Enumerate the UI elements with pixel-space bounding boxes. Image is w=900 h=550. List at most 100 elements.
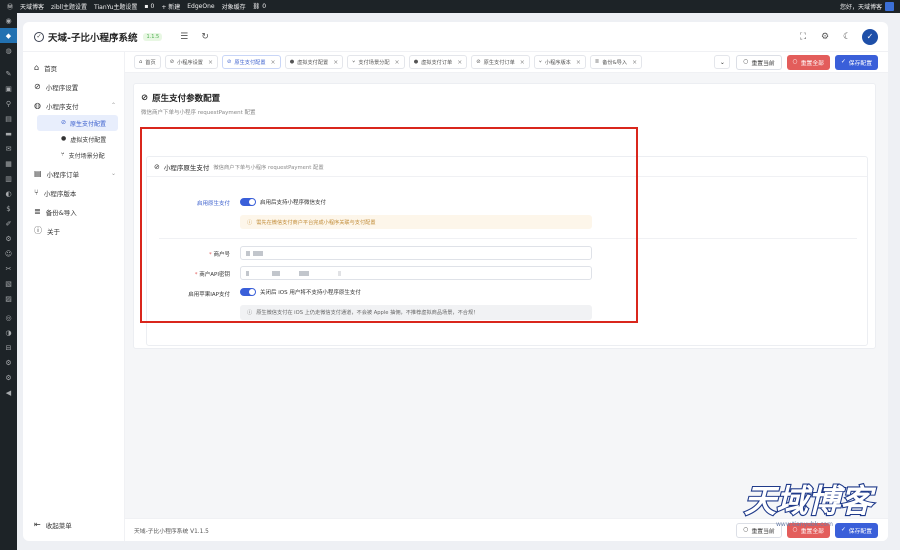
reset-current-button[interactable]: ○ 重置当前 bbox=[736, 54, 782, 70]
plugin-a-icon[interactable]: ◎ bbox=[0, 310, 17, 325]
iap-row: 关闭后 iOS 用户将不支持小程序原生支付 bbox=[240, 288, 361, 296]
comments-icon[interactable]: ▬ bbox=[0, 126, 17, 141]
close-icon[interactable]: × bbox=[576, 59, 581, 66]
dark-mode-icon[interactable]: ☾ bbox=[840, 30, 854, 44]
sidebar-sub-virtual-payment[interactable]: ● 虚拟支付配置 bbox=[37, 131, 118, 147]
tab-native-orders[interactable]: ⊘ 原生支付订单 × bbox=[471, 55, 530, 69]
import-icon[interactable]: ▧ bbox=[0, 276, 17, 291]
sidebar-item-about[interactable]: ⓘ 关于 bbox=[23, 221, 124, 240]
link-menu-icon[interactable]: ⚲ bbox=[0, 96, 17, 111]
plugins-icon[interactable]: ⚙ bbox=[0, 231, 17, 246]
masked-value bbox=[246, 270, 249, 276]
tab-miniapp-settings[interactable]: ⊘ 小程序设置 × bbox=[164, 55, 219, 69]
tab-virtual-payment[interactable]: ● 虚拟支付配置 × bbox=[284, 55, 344, 69]
site-watermark: 天域博客 www.tianyubk.com bbox=[736, 468, 886, 538]
sidebar-item-backup[interactable]: ≣ 备份&导入 bbox=[23, 202, 124, 221]
refresh-icon[interactable]: ↻ bbox=[198, 30, 212, 44]
plugin-active-icon[interactable]: ◆ bbox=[0, 28, 17, 43]
chart-icon[interactable]: ▥ bbox=[0, 171, 17, 186]
version-icon: ⑂ bbox=[538, 59, 542, 65]
tabs-dropdown[interactable]: ⌄ bbox=[714, 55, 731, 69]
media-icon[interactable]: ▣ bbox=[0, 81, 17, 96]
users-icon[interactable]: ☺ bbox=[0, 246, 17, 261]
adminbar-links[interactable]: ⛓ 0 bbox=[253, 3, 266, 10]
sidebar-sub-native-payment[interactable]: ⊘ 原生支付配置 bbox=[37, 115, 118, 131]
card-title: 小程序原生支付 bbox=[163, 163, 210, 172]
pin-icon[interactable]: ✎ bbox=[0, 66, 17, 81]
feedback-icon[interactable]: ✉ bbox=[0, 141, 17, 156]
settings-icon[interactable]: ⚙ bbox=[818, 30, 832, 44]
sidebar-sub-label: 支付场景分配 bbox=[68, 152, 105, 160]
config-panel: ⊘ 原生支付参数配置 微信商户下单与小程序 requestPayment 配置 … bbox=[133, 83, 876, 349]
sidebar-item-miniapp-orders[interactable]: ▤ 小程序订单 ⌄ bbox=[23, 164, 124, 183]
close-icon[interactable]: × bbox=[632, 59, 637, 66]
gear-a-icon[interactable]: ⚙ bbox=[0, 355, 17, 370]
iap-label: 启用苹果IAP支付 bbox=[188, 292, 230, 298]
wordpress-logo-icon[interactable]: Ⓦ bbox=[7, 2, 13, 11]
adminbar-comments-count: 0 bbox=[150, 3, 155, 10]
save-config-button[interactable]: ✓ 保存配置 bbox=[834, 54, 878, 70]
dollar-icon[interactable]: $ bbox=[0, 201, 17, 216]
collapse-menu-label: 收起菜单 bbox=[45, 522, 72, 530]
collapse-menu-icon[interactable]: ◀ bbox=[0, 385, 17, 400]
merchant-api-key-input[interactable] bbox=[240, 266, 592, 280]
adminbar-object-cache[interactable]: 对象缓存 bbox=[222, 2, 246, 11]
merchant-id-input[interactable] bbox=[240, 246, 592, 260]
close-icon[interactable]: × bbox=[457, 59, 462, 66]
tab-label: 原生支付配置 bbox=[234, 59, 266, 66]
iap-toggle[interactable] bbox=[240, 288, 256, 296]
adminbar-comments[interactable]: ▪ 0 bbox=[144, 3, 154, 10]
enable-native-pay-toggle[interactable] bbox=[240, 198, 256, 206]
pages-icon[interactable]: ▤ bbox=[0, 111, 17, 126]
warning-notice: ⓘ 需先在微信支付商户平台完成小程序关联与支付配置 bbox=[240, 215, 592, 229]
page-title-text: 原生支付参数配置 bbox=[152, 94, 221, 104]
user-avatar[interactable]: ✓ bbox=[862, 28, 878, 45]
sidebar-item-label: 小程序版本 bbox=[43, 189, 77, 198]
cart-icon[interactable]: ⊟ bbox=[0, 340, 17, 355]
watermark-logo: 天域博客 www.tianyubk.com bbox=[743, 481, 878, 528]
menu-toggle-icon[interactable]: ☰ bbox=[177, 30, 191, 44]
adminbar-edgeone[interactable]: EdgeOne bbox=[187, 3, 214, 10]
tools-icon[interactable]: ✂ bbox=[0, 261, 17, 276]
sidebar-item-home[interactable]: ⌂ 首页 bbox=[23, 58, 124, 77]
sidebar-item-label: 小程序订单 bbox=[46, 170, 80, 179]
globe-icon[interactable]: ◍ bbox=[0, 43, 17, 58]
dashboard-icon[interactable]: ◉ bbox=[0, 13, 17, 28]
close-icon[interactable]: × bbox=[395, 59, 400, 66]
collapse-menu-button[interactable]: ⇤ 收起菜单 bbox=[34, 520, 72, 531]
sidebar-sub-payment-scene[interactable]: ⑂ 支付场景分配 bbox=[37, 147, 118, 163]
sidebar-item-miniapp-payment[interactable]: ◍ 小程序支付 ⌃ bbox=[23, 96, 124, 115]
reset-all-button[interactable]: ○ 重置全部 bbox=[786, 54, 830, 70]
sidebar-item-miniapp-version[interactable]: ⑂ 小程序版本 bbox=[23, 183, 124, 202]
adminbar-account[interactable]: 您好，天域博客 bbox=[840, 2, 894, 11]
adminbar-avatar bbox=[885, 2, 894, 11]
settings-menu-icon[interactable]: ▨ bbox=[0, 291, 17, 306]
tab-label: 备份&导入 bbox=[602, 59, 628, 66]
adminbar-site-link[interactable]: 天域博客 bbox=[20, 2, 44, 11]
shop-icon[interactable]: ▦ bbox=[0, 156, 17, 171]
close-icon[interactable]: × bbox=[333, 59, 338, 66]
adminbar-zibll-settings[interactable]: zibll主题设置 bbox=[51, 2, 87, 11]
sidebar-item-label: 小程序设置 bbox=[45, 83, 79, 92]
tab-home[interactable]: ⌂ 首页 bbox=[134, 55, 161, 69]
tab-native-payment[interactable]: ⊘ 原生支付配置 × bbox=[222, 55, 281, 69]
fullscreen-icon[interactable]: ⛶ bbox=[796, 30, 810, 44]
sidebar-item-miniapp-settings[interactable]: ⊘ 小程序设置 bbox=[23, 77, 124, 96]
appearance-icon[interactable]: ✐ bbox=[0, 216, 17, 231]
gear-b-icon[interactable]: ⚙ bbox=[0, 370, 17, 385]
tab-miniapp-version[interactable]: ⑂ 小程序版本 × bbox=[533, 55, 586, 69]
close-icon[interactable]: × bbox=[520, 59, 525, 66]
app-window: ✓ 天域-子比小程序系统 1.1.5 ☰ ↻ ⛶ ⚙ ☾ ✓ ⌂ 首页 ⊘ 小程… bbox=[23, 22, 888, 541]
tab-payment-scene[interactable]: ⑂ 支付场景分配 × bbox=[347, 55, 405, 69]
enable-native-pay-row: 启用后支持小程序微信支付 bbox=[240, 198, 326, 206]
adminbar-new[interactable]: + 新建 bbox=[161, 2, 180, 11]
tab-backup[interactable]: ≣ 备份&导入 × bbox=[589, 55, 643, 69]
adminbar-tianyu-settings[interactable]: TianYu主题设置 bbox=[94, 2, 137, 11]
close-icon[interactable]: × bbox=[208, 59, 213, 66]
merchant-id-label: * 商户号 bbox=[209, 250, 230, 258]
user-icon[interactable]: ◐ bbox=[0, 186, 17, 201]
close-icon[interactable]: × bbox=[271, 59, 276, 66]
chevron-up-icon: ⌃ bbox=[110, 102, 116, 109]
tab-virtual-orders[interactable]: ● 虚拟支付订单 × bbox=[408, 55, 468, 69]
plugin-b-icon[interactable]: ◑ bbox=[0, 325, 17, 340]
